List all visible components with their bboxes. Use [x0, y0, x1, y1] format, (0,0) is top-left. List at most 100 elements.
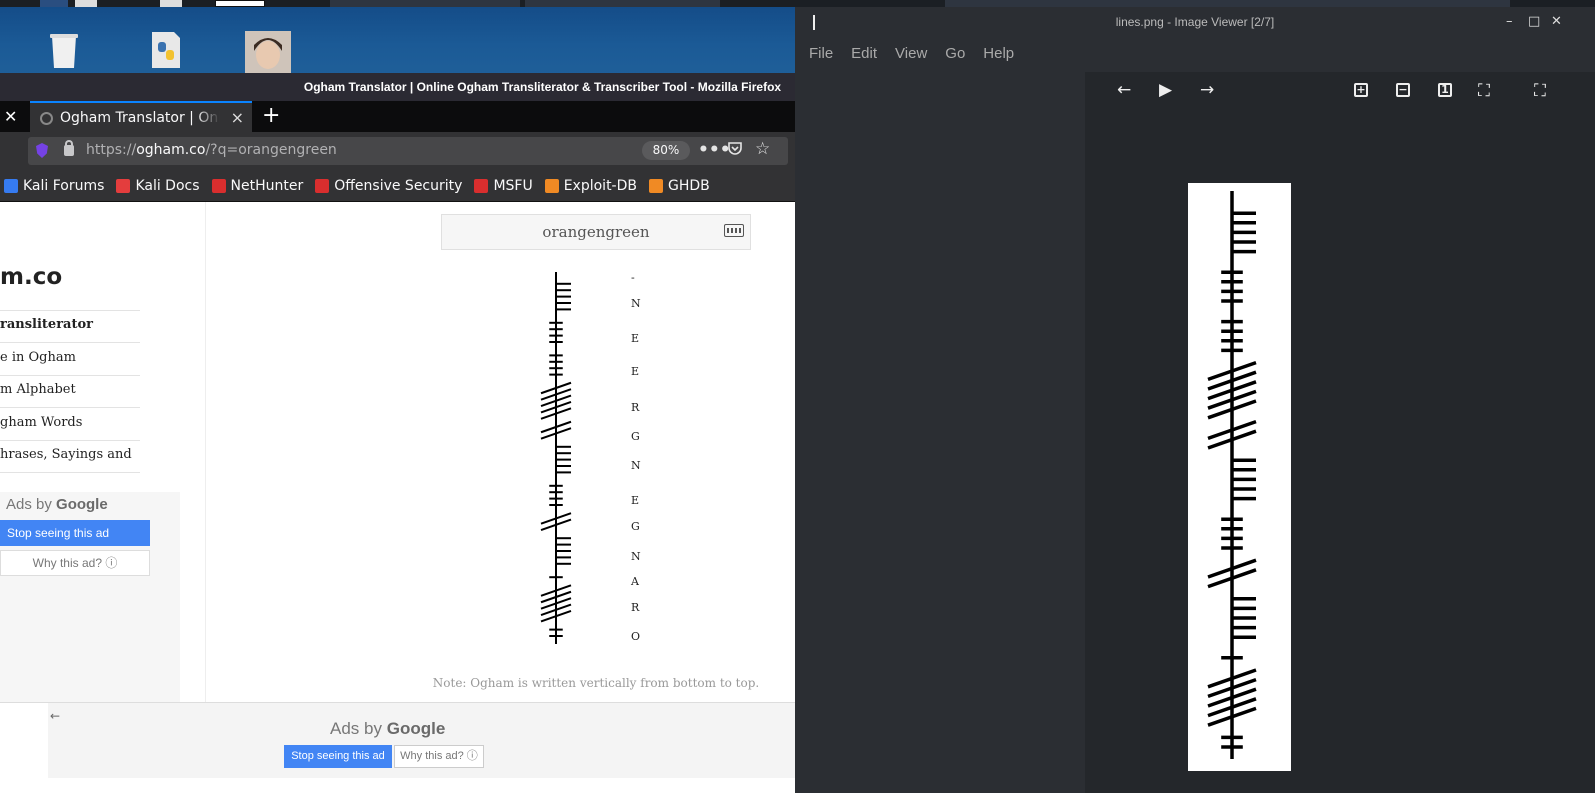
site-menu-item[interactable]: gham Words: [0, 408, 140, 441]
transliteration-letter: N: [631, 297, 641, 310]
keyboard-icon[interactable]: [724, 224, 744, 237]
bookmark-label: Offensive Security: [334, 177, 463, 194]
taskbar-button[interactable]: [75, 0, 97, 7]
fullscreen-icon[interactable]: ⛶: [1534, 81, 1546, 101]
taskbar: [0, 0, 1595, 7]
ads-by-text: Ads by: [6, 496, 52, 513]
bookmark-item[interactable]: Exploit-DB: [544, 177, 637, 194]
query-input[interactable]: orangengreen: [441, 214, 751, 250]
bookmark-item[interactable]: GHDB: [649, 178, 710, 194]
close-tab-icon[interactable]: ✕: [4, 107, 17, 126]
site-menu-item[interactable]: m Alphabet: [0, 375, 140, 408]
next-image-icon[interactable]: →: [1200, 80, 1214, 100]
zoom-normal-icon[interactable]: 1: [1438, 83, 1452, 97]
viewer-menu-go[interactable]: Go: [945, 45, 965, 62]
desktop: [0, 0, 800, 75]
ogham-inscription: [540, 272, 572, 644]
transliteration-letter: O: [631, 630, 641, 643]
bookmark-item[interactable]: MSFU: [474, 177, 533, 194]
maximize-icon[interactable]: □: [1528, 14, 1540, 29]
viewer-menu-file[interactable]: File: [809, 45, 833, 62]
transliteration-letter: G: [631, 430, 640, 443]
viewer-toolbar: ← ▶ → + − 1 ⛶ ⛶: [1085, 72, 1595, 112]
viewer-ogham-lines: [1207, 191, 1257, 759]
python-icon[interactable]: [146, 30, 186, 70]
bookmark-item[interactable]: NetHunter: [211, 177, 304, 194]
close-icon[interactable]: ✕: [1551, 14, 1562, 29]
bookmark-label: Exploit-DB: [563, 177, 637, 194]
zoom-indicator[interactable]: 80%: [642, 141, 690, 160]
why-this-ad-button[interactable]: Why this ad? ⓘ: [394, 745, 484, 768]
bookmark-favicon-icon: [474, 178, 489, 193]
taskbar-window-button[interactable]: [525, 0, 720, 7]
taskbar-window-button[interactable]: [945, 0, 1510, 7]
zoom-in-icon[interactable]: +: [1354, 83, 1368, 97]
tab-title: Ogham Translator | Online Ogham Translit…: [60, 109, 220, 126]
taskbar-button[interactable]: [40, 0, 68, 7]
site-menu-item[interactable]: e in Ogham: [0, 343, 140, 376]
viewer-canvas: [1085, 112, 1595, 793]
url-scheme: https://: [86, 142, 137, 158]
transliteration-letter: -: [631, 271, 635, 284]
stop-seeing-ad-button[interactable]: Stop seeing this ad: [284, 745, 392, 768]
previous-image-icon[interactable]: ←: [1117, 80, 1131, 100]
ad-back-icon[interactable]: ←: [50, 709, 60, 723]
query-text: orangengreen: [542, 223, 650, 241]
tab-close-icon[interactable]: ×: [231, 108, 244, 127]
image-viewer-window: lines.png - Image Viewer [2/7] – □ ✕ Fil…: [795, 7, 1595, 793]
bookmark-item[interactable]: Kali Docs: [116, 178, 200, 194]
ads-by-text: Ads by: [330, 719, 382, 738]
transliteration-letter: N: [631, 459, 641, 472]
viewer-menubar: File Edit View Go Help: [795, 37, 1595, 69]
transliteration-letter: R: [631, 601, 640, 614]
bookmark-favicon-icon: [649, 178, 663, 193]
taskbar-button[interactable]: [215, 0, 265, 7]
bookmark-favicon-icon: [211, 178, 226, 193]
bookmark-label: Kali Forums: [23, 177, 105, 194]
loading-favicon-icon: [40, 112, 53, 125]
site-menu-item[interactable]: ransliterator: [0, 310, 140, 343]
bookmark-label: MSFU: [493, 177, 533, 194]
ads-by-label: Ads by Google: [6, 496, 108, 513]
url-bar[interactable]: https://ogham.co/?q=orangengreen 80% •••…: [28, 137, 788, 165]
stop-seeing-ad-button[interactable]: Stop seeing this ad: [0, 520, 150, 546]
taskbar-window-button[interactable]: [330, 0, 520, 7]
ads-by-label: Ads by Google: [330, 719, 445, 739]
viewer-titlebar: lines.png - Image Viewer [2/7]: [1115, 15, 1275, 29]
google-logo-text: Google: [386, 719, 446, 738]
transliteration-letter: N: [631, 550, 641, 563]
slideshow-play-icon[interactable]: ▶: [1159, 80, 1172, 100]
page-actions-icon[interactable]: •••: [698, 140, 731, 160]
pocket-icon[interactable]: [727, 140, 743, 161]
viewer-side-pane: [795, 72, 1085, 793]
viewer-menu-edit[interactable]: Edit: [851, 45, 877, 62]
fit-window-icon[interactable]: ⛶: [1478, 81, 1490, 101]
viewer-menu-help[interactable]: Help: [983, 45, 1014, 62]
side-ad: Ads by Google Stop seeing this ad Why th…: [0, 492, 180, 712]
bookmark-item[interactable]: Offensive Security: [315, 178, 462, 194]
tracking-shield-icon[interactable]: [36, 143, 48, 158]
zoom-out-icon[interactable]: −: [1396, 83, 1410, 97]
new-tab-button[interactable]: +: [262, 103, 280, 128]
transliteration-letter: A: [631, 575, 639, 588]
taskbar-button[interactable]: [160, 0, 182, 7]
site-title[interactable]: m.co: [0, 264, 62, 290]
minimize-icon[interactable]: –: [1506, 14, 1513, 29]
window-title: Ogham Translator | Online Ogham Translit…: [303, 80, 782, 94]
site-menu-item[interactable]: hrases, Sayings and: [0, 440, 140, 473]
viewer-menu-view[interactable]: View: [895, 45, 927, 62]
url-text[interactable]: https://ogham.co/?q=orangengreen: [86, 142, 337, 158]
transliteration-letter: R: [631, 401, 640, 414]
url-path: /?q=orangengreen: [205, 142, 337, 158]
url-host: ogham.co: [136, 142, 206, 158]
why-this-ad-button[interactable]: Why this ad? ⓘ: [0, 550, 150, 576]
bookmark-favicon-icon: [315, 178, 330, 193]
bookmark-favicon-icon: [544, 178, 559, 193]
trash-icon[interactable]: [44, 30, 84, 70]
user-photo-icon[interactable]: [245, 31, 291, 75]
bookmark-star-icon[interactable]: ☆: [755, 139, 770, 159]
lock-icon[interactable]: [64, 140, 74, 156]
bookmark-label: NetHunter: [230, 177, 304, 194]
tab-ogham-translator[interactable]: Ogham Translator | Online Ogham Translit…: [30, 101, 252, 132]
bookmark-item[interactable]: Kali Forums: [4, 178, 104, 194]
